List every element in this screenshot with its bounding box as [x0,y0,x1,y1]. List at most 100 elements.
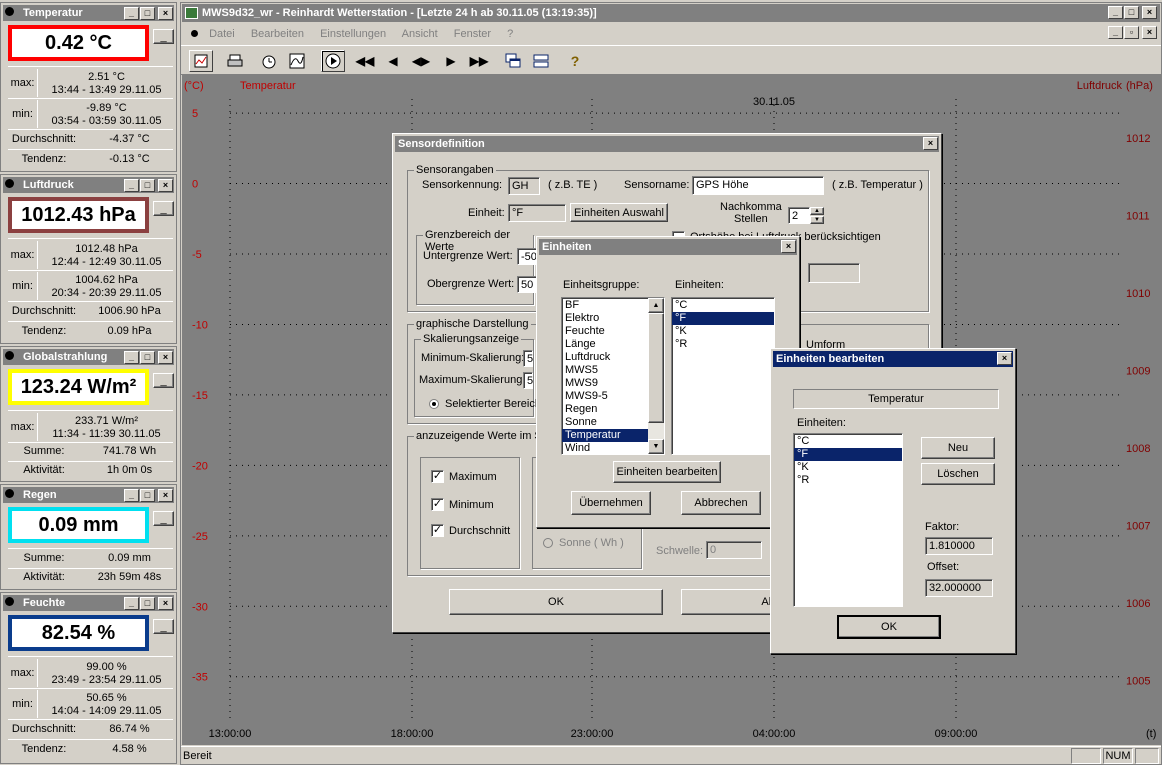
chart-view-button[interactable] [189,50,213,72]
einheiten-auswahl-button[interactable]: Einheiten Auswahl [570,203,668,222]
cascade-button[interactable] [501,50,525,72]
close-button[interactable]: × [158,179,173,192]
einheitsgruppe-item[interactable]: Länge [562,338,648,351]
faktor-field[interactable]: 1.810000 [925,537,993,555]
abbrechen-button[interactable]: Abbrechen [681,491,761,515]
einheitsgruppe-item[interactable]: Sonne [562,416,648,429]
einheit-item[interactable]: °K [672,325,774,338]
min-skalierung-field[interactable]: 5 [523,350,533,367]
ok-button[interactable]: OK [449,589,663,615]
tile-button[interactable] [529,50,553,72]
close-button[interactable]: × [1142,6,1157,19]
sensorname-field[interactable]: GPS Höhe [692,176,824,195]
max-skalierung-field[interactable]: 5 [523,372,533,389]
main-title-bar[interactable]: MWS9d32_wr - Reinhardt Wetterstation - [… [182,4,1160,22]
loeschen-button[interactable]: Löschen [921,463,995,485]
timer-button[interactable] [257,50,281,72]
sensorkennung-field[interactable]: GH [508,177,540,195]
radio-selektiert[interactable] [429,399,439,409]
menu-einstellungen[interactable]: Einstellungen [320,28,386,40]
einheitsgruppe-item[interactable]: Elektro [562,312,648,325]
menu-fenster[interactable]: Fenster [454,28,491,40]
close-button[interactable]: × [923,137,938,150]
ok-button[interactable]: OK [837,615,941,639]
panel-globalstrahlung[interactable]: Globalstrahlung _ □ × 123.24 W/m² _ max:… [0,346,177,482]
menu-bearbeiten[interactable]: Bearbeiten [251,28,304,40]
obergrenze-field[interactable]: 50 [517,276,537,293]
small-toggle-button[interactable]: _ [153,511,174,526]
einheit-edit-item[interactable]: °F [794,448,902,461]
minimize-button[interactable]: _ [124,7,139,20]
child-restore-button[interactable]: ▫ [1124,26,1139,39]
menu-help[interactable]: ? [507,28,513,40]
einheiten-bearbeiten-button[interactable]: Einheiten bearbeiten [613,461,721,483]
next-button[interactable]: ▶ [439,50,463,72]
dialog-title-bar[interactable]: Einheiten bearbeiten [773,351,1013,367]
menu-ansicht[interactable]: Ansicht [402,28,438,40]
einheit-edit-item[interactable]: °C [794,435,902,448]
maximum-checkbox[interactable]: ✓ [431,470,444,483]
menu-datei[interactable]: Datei [209,28,235,40]
help-button[interactable]: ? [563,50,587,72]
panel-regen[interactable]: Regen _ □ × 0.09 mm _ Summe: 0.09 mm Akt… [0,484,177,590]
einheitsgruppe-item[interactable]: Temperatur [562,429,648,442]
dialog-title-bar[interactable]: Sensordefinition [395,136,939,152]
einheiten-list[interactable]: °C °F °K °R [671,297,775,455]
scroll-up-button[interactable]: ▲ [648,298,664,313]
spin-down-button[interactable]: ▼ [810,216,824,224]
close-button[interactable]: × [158,597,173,610]
einheit-item[interactable]: °C [672,299,774,312]
maximize-button[interactable]: □ [140,351,155,364]
einheitsgruppe-item[interactable]: BF [562,299,648,312]
einheit-item[interactable]: °F [672,312,774,325]
child-close-button[interactable]: × [1142,26,1157,39]
zoom-button[interactable]: ◀▶ [409,50,433,72]
offset-field[interactable]: 32.000000 [925,579,993,597]
einheit-edit-item[interactable]: °K [794,461,902,474]
close-button[interactable]: × [158,7,173,20]
neu-button[interactable]: Neu [921,437,995,459]
radio-sonne[interactable] [543,538,553,548]
maximize-button[interactable]: □ [140,179,155,192]
minimize-button[interactable]: _ [124,597,139,610]
minimize-button[interactable]: _ [124,179,139,192]
small-toggle-button[interactable]: _ [153,201,174,216]
scroll-down-button[interactable]: ▼ [648,439,664,454]
minimize-button[interactable]: _ [124,489,139,502]
spin-up-button[interactable]: ▲ [810,207,824,215]
nachkomma-field[interactable]: 2 [788,207,810,224]
einheitsgruppe-item[interactable]: Luftdruck [562,351,648,364]
small-toggle-button[interactable]: _ [153,373,174,388]
close-button[interactable]: × [158,489,173,502]
durchschnitt-checkbox[interactable]: ✓ [431,524,444,537]
einheitsgruppe-item[interactable]: MWS9-5 [562,390,648,403]
maximize-button[interactable]: □ [140,597,155,610]
first-button[interactable]: ◀◀ [353,50,377,72]
dialog-title-bar[interactable]: Einheiten [539,239,797,255]
maximize-button[interactable]: □ [1124,6,1139,19]
einheitsgruppe-item[interactable]: Regen [562,403,648,416]
close-button[interactable]: × [158,351,173,364]
maximize-button[interactable]: □ [140,489,155,502]
small-toggle-button[interactable]: _ [153,619,174,634]
close-button[interactable]: × [781,240,796,253]
einheitsgruppe-item[interactable]: Wind [562,442,648,454]
einheiten-edit-list[interactable]: °C °F °K °R [793,433,903,607]
untergrenze-field[interactable]: -50 [517,248,537,265]
scroll-thumb[interactable] [648,313,664,423]
minimize-button[interactable]: _ [1108,6,1123,19]
einheitsgruppe-item[interactable]: MWS5 [562,364,648,377]
panel-temperatur[interactable]: Temperatur _ □ × 0.42 °C _ max: 2.51 °C … [0,2,177,172]
maximize-button[interactable]: □ [140,7,155,20]
panel-luftdruck[interactable]: Luftdruck _ □ × 1012.43 hPa _ max: 1012.… [0,174,177,344]
child-minimize-button[interactable]: _ [1108,26,1123,39]
einheitsgruppe-list[interactable]: BF Elektro Feuchte Länge Luftdruck MWS5 MWS9 MW… [561,297,665,455]
prev-button[interactable]: ◀ [381,50,405,72]
close-button[interactable]: × [997,352,1012,365]
small-toggle-button[interactable]: _ [153,29,174,44]
scrollbar[interactable]: ▲ ▼ [648,298,664,454]
uebernehmen-button[interactable]: Übernehmen [571,491,651,515]
einheitsgruppe-item[interactable]: MWS9 [562,377,648,390]
last-button[interactable]: ▶▶ [467,50,491,72]
play-button[interactable] [321,50,345,72]
